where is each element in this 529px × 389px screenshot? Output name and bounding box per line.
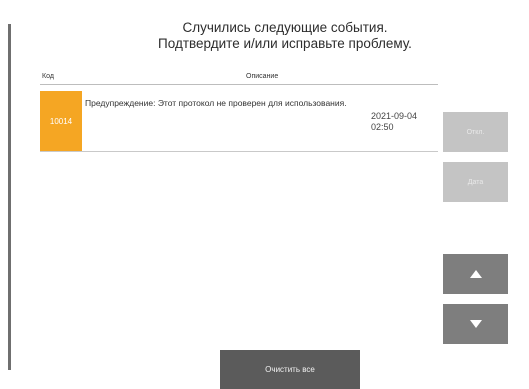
triangle-down-icon: [469, 320, 482, 328]
scroll-down-button[interactable]: [443, 304, 508, 344]
column-header-code: Код: [42, 73, 54, 80]
event-code-cell: 10014: [40, 91, 82, 151]
heading-line-2: Подтвердите и/или исправьте проблему.: [158, 36, 412, 51]
event-description: Предупреждение: Этот протокол не провере…: [85, 98, 347, 108]
scroll-up-button[interactable]: [443, 254, 508, 294]
date-button[interactable]: Дата: [443, 162, 508, 202]
close-button[interactable]: Откл.: [443, 112, 508, 152]
clear-all-button[interactable]: Очистить все: [220, 350, 360, 389]
header-divider: [40, 84, 438, 85]
event-timestamp: 2021-09-04 02:50: [371, 111, 437, 133]
column-header-description: Описание: [246, 73, 279, 80]
dialog-heading: Случились следующие события. Подтвердите…: [120, 20, 450, 52]
event-time: 02:50: [371, 122, 394, 132]
triangle-up-icon: [469, 270, 482, 278]
table-row[interactable]: 10014 Предупреждение: Этот протокол не п…: [40, 91, 438, 152]
event-date: 2021-09-04: [371, 111, 418, 121]
heading-line-1: Случились следующие события.: [182, 20, 388, 35]
left-border: [8, 24, 11, 370]
